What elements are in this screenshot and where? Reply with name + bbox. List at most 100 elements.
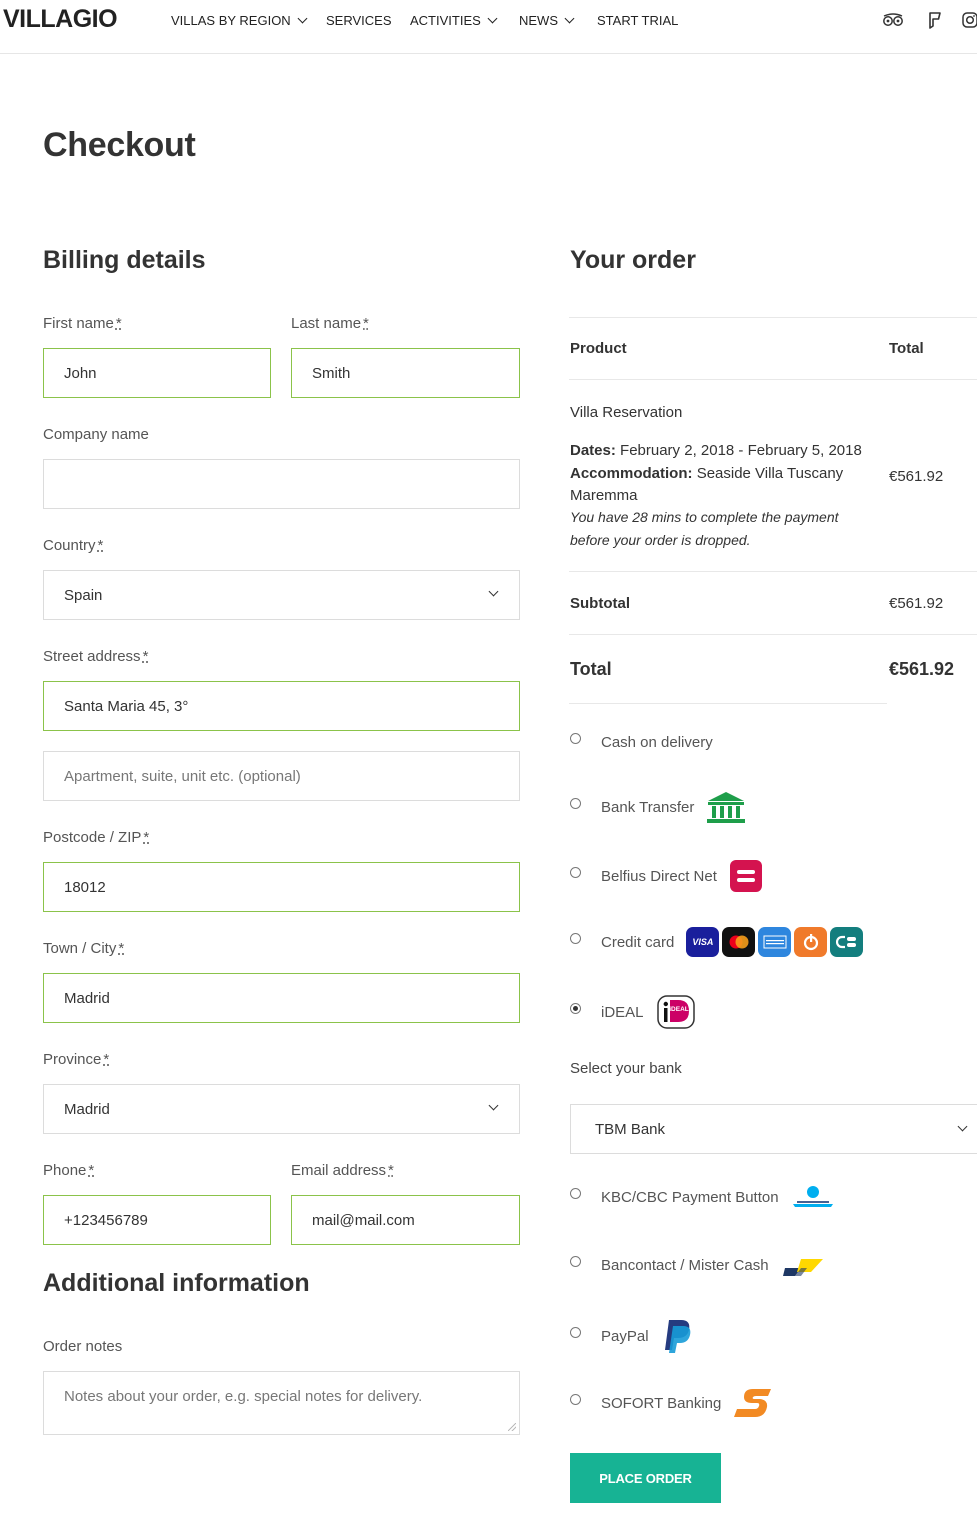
instagram-icon[interactable] (961, 11, 977, 29)
payment-time-notice: You have 28 mins to complete the payment (570, 509, 839, 525)
field-placeholder: Notes about your order, e.g. special not… (64, 1388, 423, 1405)
phone-label: Phone * (43, 1162, 94, 1179)
resize-handle-icon[interactable] (508, 1423, 516, 1431)
payment-radio-selected[interactable] (570, 1002, 581, 1014)
order-notes-textarea[interactable]: Notes about your order, e.g. special not… (43, 1371, 520, 1435)
company-name-label: Company name (43, 426, 149, 443)
last-name-label: Last name * (291, 315, 369, 332)
nav-start-trial[interactable]: START TRIAL (597, 13, 678, 28)
additional-information-heading: Additional information (43, 1269, 310, 1297)
site-logo[interactable]: VILLAGIO (3, 5, 118, 34)
payment-radio[interactable] (570, 1255, 581, 1267)
payment-option-credit-card[interactable]: Credit card VISA (570, 927, 866, 957)
kbc-logo-icon (792, 1186, 833, 1207)
payment-option-bancontact[interactable]: Bancontact / Mister Cash (570, 1250, 825, 1280)
field-placeholder: Apartment, suite, unit etc. (optional) (64, 767, 301, 785)
foursquare-icon[interactable] (926, 11, 944, 29)
nav-villas-by-region[interactable]: VILLAS BY REGION (171, 13, 308, 28)
postcode-input[interactable]: 18012 (43, 862, 520, 912)
chevron-down-icon (297, 13, 308, 24)
visa-card-icon: VISA (686, 927, 720, 957)
nav-services[interactable]: SERVICES (326, 13, 392, 28)
payment-option-paypal[interactable]: PayPal (570, 1318, 695, 1354)
last-name-input[interactable]: Smith (291, 348, 520, 398)
label-text: Province (43, 1051, 102, 1068)
country-label: Country * (43, 537, 103, 554)
label-text: First name (43, 315, 114, 332)
payment-option-kbc[interactable]: KBC/CBC Payment Button (570, 1182, 835, 1212)
country-select[interactable]: Spain (43, 570, 520, 620)
required-mark: * (103, 1051, 110, 1068)
ideal-logo-text: iDEAL (669, 1006, 689, 1013)
chevron-down-icon (488, 1100, 499, 1111)
payment-radio[interactable] (570, 797, 581, 809)
field-value: TBM Bank (595, 1120, 666, 1138)
order-item-accommodation: Accommodation: Seaside Villa Tuscany (570, 465, 843, 482)
field-value: Madrid (64, 1100, 110, 1118)
payment-label: KBC/CBC Payment Button (601, 1188, 779, 1206)
nav-news[interactable]: NEWS (519, 13, 575, 28)
label-text: Postcode / ZIP (43, 829, 142, 846)
nav-activities[interactable]: ACTIVITIES (410, 13, 498, 28)
street-address-input[interactable]: Santa Maria 45, 3° (43, 681, 520, 731)
select-bank-label: Select your bank (570, 1060, 682, 1077)
payment-radio[interactable] (570, 1326, 581, 1338)
payment-label: PayPal (601, 1327, 649, 1345)
nav-label: VILLAS BY REGION (171, 13, 291, 28)
payment-radio[interactable] (570, 733, 581, 744)
bank-select[interactable]: TBM Bank (570, 1104, 977, 1154)
required-mark: * (388, 1162, 394, 1179)
amex-card-icon (758, 927, 792, 957)
discover-card-icon (794, 927, 828, 957)
required-mark: * (115, 315, 122, 332)
table-divider (569, 317, 977, 318)
field-value: Spain (64, 586, 103, 604)
order-item-total: €561.92 (889, 468, 944, 485)
street-address-2-input[interactable]: Apartment, suite, unit etc. (optional) (43, 751, 520, 801)
payment-label: Bancontact / Mister Cash (601, 1256, 769, 1274)
paypal-logo-icon (664, 1320, 690, 1353)
field-value: mail@mail.com (312, 1211, 415, 1229)
order-item-name: Villa Reservation (570, 404, 683, 421)
col-header-product: Product (570, 340, 627, 357)
payment-radio[interactable] (570, 866, 581, 878)
bancontact-logo-icon (782, 1259, 823, 1276)
payment-option-belfius[interactable]: Belfius Direct Net (570, 859, 763, 893)
required-mark: * (88, 1162, 95, 1179)
table-divider (569, 379, 977, 380)
payment-radio[interactable] (570, 932, 581, 944)
nav-label: NEWS (519, 13, 558, 28)
payment-option-cash[interactable]: Cash on delivery (570, 733, 725, 751)
payment-radio[interactable] (570, 1393, 581, 1405)
email-input[interactable]: mail@mail.com (291, 1195, 520, 1245)
first-name-input[interactable]: John (43, 348, 271, 398)
place-order-button[interactable]: PLACE ORDER (570, 1453, 721, 1503)
payment-label: Belfius Direct Net (601, 867, 717, 885)
tripadvisor-icon[interactable] (882, 11, 904, 29)
chevron-down-icon (957, 1121, 968, 1132)
required-mark: * (363, 315, 369, 332)
payment-option-sofort[interactable]: SOFORT Banking (570, 1386, 775, 1420)
table-divider (569, 571, 977, 572)
page-title: Checkout (43, 126, 196, 164)
company-name-input[interactable] (43, 459, 520, 509)
dates-label: Dates: (570, 442, 616, 459)
cb-card-icon (830, 927, 864, 957)
email-label: Email address * (291, 1162, 394, 1179)
site-header: VILLAGIO VILLAS BY REGION SERVICES ACTIV… (0, 0, 977, 54)
label-text: Country (43, 537, 96, 554)
payment-label: SOFORT Banking (601, 1394, 722, 1412)
total-value: €561.92 (889, 659, 955, 679)
payment-radio[interactable] (570, 1187, 581, 1199)
subtotal-label: Subtotal (570, 595, 630, 612)
city-input[interactable]: Madrid (43, 973, 520, 1023)
phone-input[interactable]: +123456789 (43, 1195, 271, 1245)
order-item-dates: Dates: February 2, 2018 - February 5, 20… (570, 442, 862, 459)
bank-building-icon (707, 792, 746, 823)
payment-option-bank-transfer[interactable]: Bank Transfer (570, 790, 746, 824)
field-value: Santa Maria 45, 3° (64, 697, 189, 715)
ideal-logo-icon: iDEAL (656, 995, 695, 1029)
payment-option-ideal[interactable]: iDEAL iDEAL (570, 995, 696, 1029)
belfius-logo-icon (729, 860, 762, 892)
province-select[interactable]: Madrid (43, 1084, 520, 1134)
